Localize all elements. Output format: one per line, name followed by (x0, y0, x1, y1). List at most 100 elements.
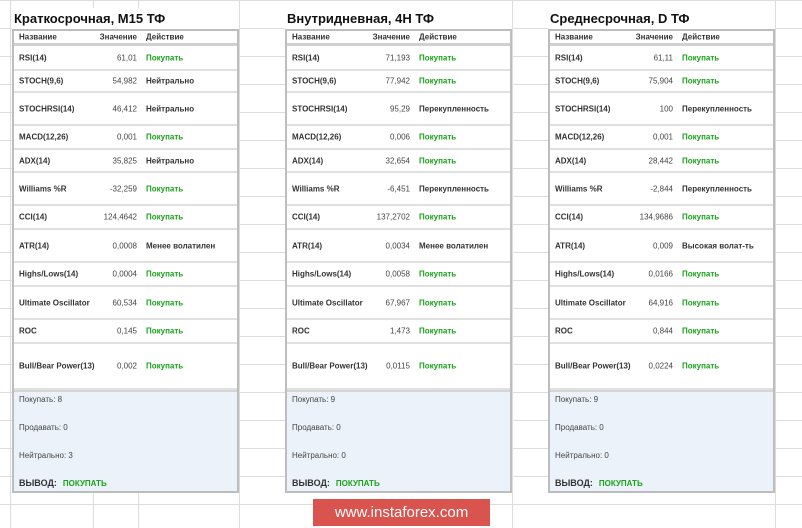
table-row-stoch: STOCH(9,6) 54,982 Нейтрально (14, 71, 237, 93)
indicator-action: Покупать (419, 156, 457, 165)
table-row-atr: ATR(14) 0,0034 Менее волатилен (287, 230, 510, 263)
indicator-name: STOCHRSI(14) (555, 104, 611, 113)
table-row-stochrsi: STOCHRSI(14) 100 Перекупленность (550, 93, 773, 126)
indicator-value: -2,844 (650, 184, 673, 193)
indicator-name: Highs/Lows(14) (19, 269, 79, 279)
indicator-name: STOCHRSI(14) (19, 104, 75, 113)
indicator-name: RSI(14) (292, 53, 320, 62)
indicator-panel: Краткосрочная, M15 ТФ Название Значение … (12, 8, 239, 493)
indicator-action: Покупать (419, 212, 457, 222)
table-row-williams: Williams %R -32,259 Покупать (14, 173, 237, 206)
table-row-rsi: RSI(14) 71,193 Покупать (287, 46, 510, 71)
conclusion-label: ВЫВОД: (292, 478, 330, 488)
indicator-action: Перекупленность (682, 104, 752, 113)
panel-title: Внутридневная, 4H ТФ (285, 8, 512, 29)
indicator-value: 0,0008 (112, 241, 137, 250)
instaforex-banner[interactable]: www.instaforex.com (313, 499, 490, 526)
table-row-adx: ADX(14) 35,825 Нейтрально (14, 150, 237, 173)
indicator-value: 61,01 (116, 53, 137, 62)
indicator-value: 61,11 (653, 53, 673, 62)
indicator-name: Bull/Bear Power(13) (292, 361, 368, 371)
summary-neutral: Нейтрально: 3 (19, 451, 73, 460)
header-action: Действие (419, 32, 457, 42)
header-value: Значение (635, 32, 673, 42)
table-row-macd: MACD(12,26) 0,001 Покупать (14, 126, 237, 150)
indicator-name: Williams %R (19, 184, 67, 193)
indicator-action: Покупать (682, 269, 720, 279)
indicator-value: 0,006 (389, 132, 410, 142)
conclusion: ВЫВОД: ПОКУПАТЬ (292, 478, 380, 488)
indicator-action: Покупать (146, 132, 184, 142)
summary: Покупать: 9 Продавать: 0 Нейтрально: 0 В… (287, 390, 510, 491)
summary-sell: Продавать: 0 (292, 423, 341, 432)
conclusion: ВЫВОД: ПОКУПАТЬ (555, 478, 643, 488)
indicator-value: 64,916 (648, 298, 673, 307)
indicator-name: ATR(14) (19, 241, 50, 250)
indicator-name: Williams %R (555, 184, 603, 193)
grid-line (775, 0, 776, 528)
indicator-action: Менее волатилен (419, 241, 489, 250)
header-name: Название (555, 32, 593, 42)
table-row-highs-lows: Highs/Lows(14) 0,0004 Покупать (14, 263, 237, 287)
indicator-table: Название Значение Действие RSI(14) 61,11… (548, 29, 775, 493)
indicator-action: Покупать (682, 156, 720, 165)
indicator-action: Нейтрально (146, 156, 195, 165)
table-row-adx: ADX(14) 28,442 Покупать (550, 150, 773, 173)
table-row-macd: MACD(12,26) 0,001 Покупать (550, 126, 773, 150)
indicator-name: ATR(14) (292, 241, 323, 250)
indicator-name: Bull/Bear Power(13) (555, 361, 631, 371)
indicator-value: 54,982 (112, 76, 137, 86)
table-header: Название Значение Действие (550, 31, 773, 46)
indicator-value: 60,534 (112, 298, 137, 307)
indicator-name: Ultimate Oscillator (19, 298, 90, 307)
indicator-action: Покупать (419, 132, 457, 142)
indicator-name: ATR(14) (555, 241, 586, 250)
indicator-name: RSI(14) (19, 53, 47, 62)
table-row-stoch: STOCH(9,6) 77,942 Покупать (287, 71, 510, 93)
indicator-action: Покупать (419, 269, 457, 279)
indicator-name: CCI(14) (555, 212, 584, 222)
table-row-stochrsi: STOCHRSI(14) 95,29 Перекупленность (287, 93, 510, 126)
indicator-name: MACD(12,26) (19, 132, 69, 142)
table-row-stoch: STOCH(9,6) 75,904 Покупать (550, 71, 773, 93)
indicator-value: 0,0115 (386, 361, 410, 371)
table-row-bull-bear: Bull/Bear Power(13) 0,002 Покупать (14, 344, 237, 390)
indicator-value: 0,0058 (385, 269, 410, 279)
indicator-action: Покупать (146, 326, 184, 336)
table-row-roc: ROC 0,844 Покупать (550, 320, 773, 344)
indicator-name: ADX(14) (555, 156, 587, 165)
indicator-name: Bull/Bear Power(13) (19, 361, 95, 371)
table-row-williams: Williams %R -6,451 Перекупленность (287, 173, 510, 206)
indicator-value: 124,4642 (103, 212, 137, 222)
indicator-name: Williams %R (292, 184, 340, 193)
table-row-rsi: RSI(14) 61,01 Покупать (14, 46, 237, 71)
indicator-action: Перекупленность (419, 104, 489, 113)
header-value: Значение (372, 32, 410, 42)
indicator-value: 0,0166 (648, 269, 673, 279)
table-row-ultimate-osc: Ultimate Oscillator 64,916 Покупать (550, 287, 773, 320)
table-row-ultimate-osc: Ultimate Oscillator 67,967 Покупать (287, 287, 510, 320)
grid-line (239, 0, 240, 528)
table-row-bull-bear: Bull/Bear Power(13) 0,0224 Покупать (550, 344, 773, 390)
indicator-action: Покупать (419, 76, 457, 86)
summary-buy: Покупать: 8 (19, 395, 63, 404)
grid-line (10, 0, 11, 528)
table-row-roc: ROC 1,473 Покупать (287, 320, 510, 344)
table-header: Название Значение Действие (287, 31, 510, 46)
indicator-name: Ultimate Oscillator (555, 298, 626, 307)
header-value: Значение (99, 32, 137, 42)
indicator-value: 0,002 (116, 361, 137, 371)
header-name: Название (292, 32, 330, 42)
header-action: Действие (146, 32, 184, 42)
summary: Покупать: 8 Продавать: 0 Нейтрально: 3 В… (14, 390, 237, 491)
indicator-name: ROC (292, 326, 310, 336)
indicator-action: Высокая волат-ть (682, 241, 754, 250)
indicator-value: 0,0224 (648, 361, 673, 371)
indicator-name: ADX(14) (19, 156, 51, 165)
indicator-value: 0,145 (116, 326, 137, 336)
indicator-action: Покупать (146, 361, 184, 371)
indicator-table: Название Значение Действие RSI(14) 61,01… (12, 29, 239, 493)
indicator-action: Покупать (682, 212, 720, 222)
indicator-value: 137,2702 (376, 212, 410, 222)
panel-title: Краткосрочная, M15 ТФ (12, 8, 239, 29)
